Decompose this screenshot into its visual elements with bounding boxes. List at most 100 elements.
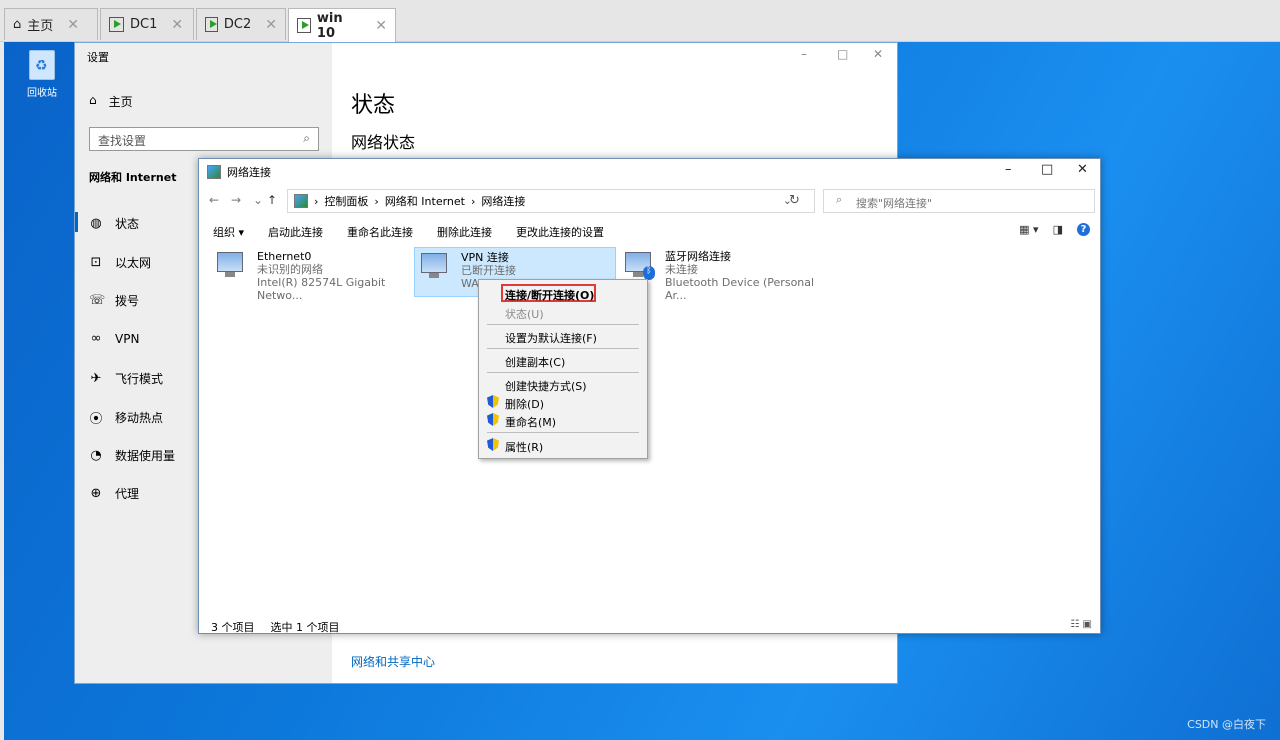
connection-name: VPN 连接 bbox=[461, 251, 509, 264]
status-bar: 3 个项目 选中 1 个项目 bbox=[211, 619, 340, 635]
settings-home[interactable]: ⌂ 主页 bbox=[89, 93, 133, 110]
nav-label: 拨号 bbox=[115, 294, 140, 308]
connection-item-ethernet[interactable]: Ethernet0 未识别的网络 Intel(R) 82574L Gigabit… bbox=[211, 247, 411, 302]
shield-icon bbox=[487, 413, 499, 426]
breadcrumb-item[interactable]: 网络连接 bbox=[481, 193, 525, 209]
details-view-icon[interactable]: ☷ bbox=[1070, 619, 1079, 630]
nav-item-proxy[interactable]: ⊕ 代理 bbox=[89, 485, 139, 502]
page-subtitle: 网络状态 bbox=[351, 133, 416, 152]
context-menu: 连接/断开连接(O) 状态(U) 设置为默认连接(F) 创建副本(C) 创建快捷… bbox=[478, 279, 648, 459]
menu-item-create-copy[interactable]: 创建副本(C) bbox=[505, 354, 565, 370]
nav-item-dialup[interactable]: ☏ 拨号 bbox=[89, 292, 139, 309]
recent-chevron-icon[interactable]: ⌄ bbox=[253, 193, 263, 207]
nav-item-ethernet[interactable]: ⊡ 以太网 bbox=[89, 254, 151, 271]
view-options-icon[interactable]: ▦ ▾ bbox=[1019, 223, 1038, 236]
recycle-bin-label: 回收站 bbox=[27, 88, 57, 99]
vm-tab-dc2[interactable]: DC2 ✕ bbox=[196, 8, 286, 40]
menu-item-rename[interactable]: 重命名(M) bbox=[505, 414, 556, 430]
category-heading: 网络和 Internet bbox=[89, 171, 177, 184]
nav-label: 状态 bbox=[115, 217, 140, 231]
menu-separator bbox=[487, 348, 639, 349]
close-icon[interactable]: ✕ bbox=[171, 17, 183, 33]
close-icon[interactable]: ✕ bbox=[375, 18, 387, 34]
menu-separator bbox=[487, 372, 639, 373]
minimize-button[interactable]: – bbox=[801, 47, 807, 61]
network-sharing-center-link[interactable]: 网络和共享中心 bbox=[351, 653, 435, 670]
bluetooth-adapter-icon: ᛒ bbox=[623, 250, 657, 282]
view-controls: ▦ ▾ ◨ ? bbox=[1019, 223, 1090, 236]
nav-item-hotspot[interactable]: ⦿ 移动热点 bbox=[89, 408, 163, 427]
large-icons-view-icon[interactable]: ▣ bbox=[1083, 619, 1092, 630]
connection-name: 蓝牙网络连接 bbox=[665, 250, 731, 263]
vpn-icon: ∞ bbox=[90, 331, 102, 346]
recycle-bin[interactable]: 回收站 bbox=[18, 50, 66, 99]
command-bar: 组织 ▾ 启动此连接 重命名此连接 删除此连接 更改此连接的设置 bbox=[199, 221, 1100, 243]
connection-name: Ethernet0 bbox=[257, 250, 312, 263]
nav-label: 飞行模式 bbox=[115, 372, 164, 386]
vm-tab-dc1[interactable]: DC1 ✕ bbox=[100, 8, 194, 40]
organize-button[interactable]: 组织 ▾ bbox=[213, 224, 244, 240]
menu-separator bbox=[487, 432, 639, 433]
airplane-icon: ✈ bbox=[90, 371, 102, 386]
nav-label: 移动热点 bbox=[115, 411, 164, 425]
search-placeholder: 查找设置 bbox=[98, 134, 147, 148]
menu-item-connect[interactable]: 连接/断开连接(O) bbox=[505, 287, 594, 303]
help-icon[interactable]: ? bbox=[1077, 223, 1090, 236]
close-button[interactable]: ✕ bbox=[873, 47, 883, 61]
menu-item-set-default[interactable]: 设置为默认连接(F) bbox=[505, 330, 597, 346]
breadcrumb[interactable]: › 控制面板 › 网络和 Internet › 网络连接 ⌄ bbox=[287, 189, 815, 213]
vm-icon bbox=[109, 17, 124, 32]
up-arrow-icon[interactable]: ↑ bbox=[267, 193, 277, 207]
nav-label: 以太网 bbox=[115, 256, 152, 270]
vpn-adapter-icon bbox=[419, 251, 453, 283]
change-settings-button[interactable]: 更改此连接的设置 bbox=[516, 224, 604, 240]
nav-item-vpn[interactable]: ∞ VPN bbox=[89, 331, 140, 346]
menu-item-properties[interactable]: 属性(R) bbox=[505, 439, 543, 455]
bluetooth-icon: ᛒ bbox=[643, 266, 655, 280]
refresh-icon[interactable]: ↻ bbox=[789, 193, 800, 208]
window-title: 设置 bbox=[87, 51, 109, 64]
close-icon[interactable]: ✕ bbox=[67, 17, 79, 33]
minimize-button[interactable]: – bbox=[1005, 162, 1012, 177]
maximize-button[interactable]: □ bbox=[837, 47, 848, 61]
delete-connection-button[interactable]: 删除此连接 bbox=[437, 224, 492, 240]
vm-tab-label: DC1 bbox=[130, 17, 158, 32]
breadcrumb-item[interactable]: 控制面板 bbox=[324, 193, 368, 209]
nav-item-status[interactable]: ◍ 状态 bbox=[74, 212, 140, 232]
enable-connection-button[interactable]: 启动此连接 bbox=[268, 224, 323, 240]
connection-device: Intel(R) 82574L Gigabit Netwo... bbox=[257, 276, 386, 302]
breadcrumb-item[interactable]: 网络和 Internet bbox=[385, 193, 465, 209]
close-icon[interactable]: ✕ bbox=[265, 17, 277, 33]
search-icon: ⌕ bbox=[836, 193, 843, 206]
nav-item-airplane[interactable]: ✈ 飞行模式 bbox=[89, 370, 163, 387]
forward-arrow-icon[interactable]: → bbox=[231, 193, 241, 207]
vm-tab-label: 主页 bbox=[27, 19, 54, 34]
connection-item-bluetooth[interactable]: ᛒ 蓝牙网络连接 未连接 Bluetooth Device (Personal … bbox=[619, 247, 839, 302]
connection-status: 未连接 bbox=[665, 263, 698, 276]
rename-connection-button[interactable]: 重命名此连接 bbox=[347, 224, 413, 240]
search-placeholder: 搜索"网络连接" bbox=[856, 197, 933, 210]
search-input[interactable]: ⌕ 搜索"网络连接" bbox=[823, 189, 1095, 213]
nav-item-data-usage[interactable]: ◔ 数据使用量 bbox=[89, 447, 175, 464]
vm-tab-label: win 10 bbox=[316, 10, 343, 41]
vm-tab-home[interactable]: ⌂ 主页 ✕ bbox=[4, 8, 98, 40]
maximize-button[interactable]: □ bbox=[1041, 162, 1053, 177]
network-connections-window: 网络连接 – □ ✕ ← → ⌄ ↑ › 控制面板 › 网络和 Internet… bbox=[198, 158, 1101, 634]
preview-pane-icon[interactable]: ◨ bbox=[1053, 223, 1063, 236]
selected-count: 选中 1 个项目 bbox=[270, 621, 340, 634]
settings-search-input[interactable]: 查找设置 ⌕ bbox=[89, 127, 319, 151]
vm-tab-label: DC2 bbox=[223, 17, 252, 32]
back-arrow-icon[interactable]: ← bbox=[209, 193, 219, 207]
shield-icon bbox=[487, 438, 499, 451]
menu-item-create-shortcut[interactable]: 创建快捷方式(S) bbox=[505, 378, 587, 394]
close-button[interactable]: ✕ bbox=[1077, 162, 1088, 177]
page-title: 状态 bbox=[351, 93, 396, 118]
connection-status: 未识别的网络 bbox=[257, 263, 323, 276]
nav-label: VPN bbox=[115, 331, 140, 346]
home-icon: ⌂ bbox=[89, 93, 97, 107]
menu-item-delete[interactable]: 删除(D) bbox=[505, 396, 544, 412]
shield-icon bbox=[487, 395, 499, 408]
search-icon: ⌕ bbox=[303, 131, 310, 145]
vm-tab-bar: ⌂ 主页 ✕ DC1 ✕ DC2 ✕ win 10 ✕ bbox=[0, 0, 1280, 42]
vm-tab-win10[interactable]: win 10 ✕ bbox=[288, 8, 396, 42]
